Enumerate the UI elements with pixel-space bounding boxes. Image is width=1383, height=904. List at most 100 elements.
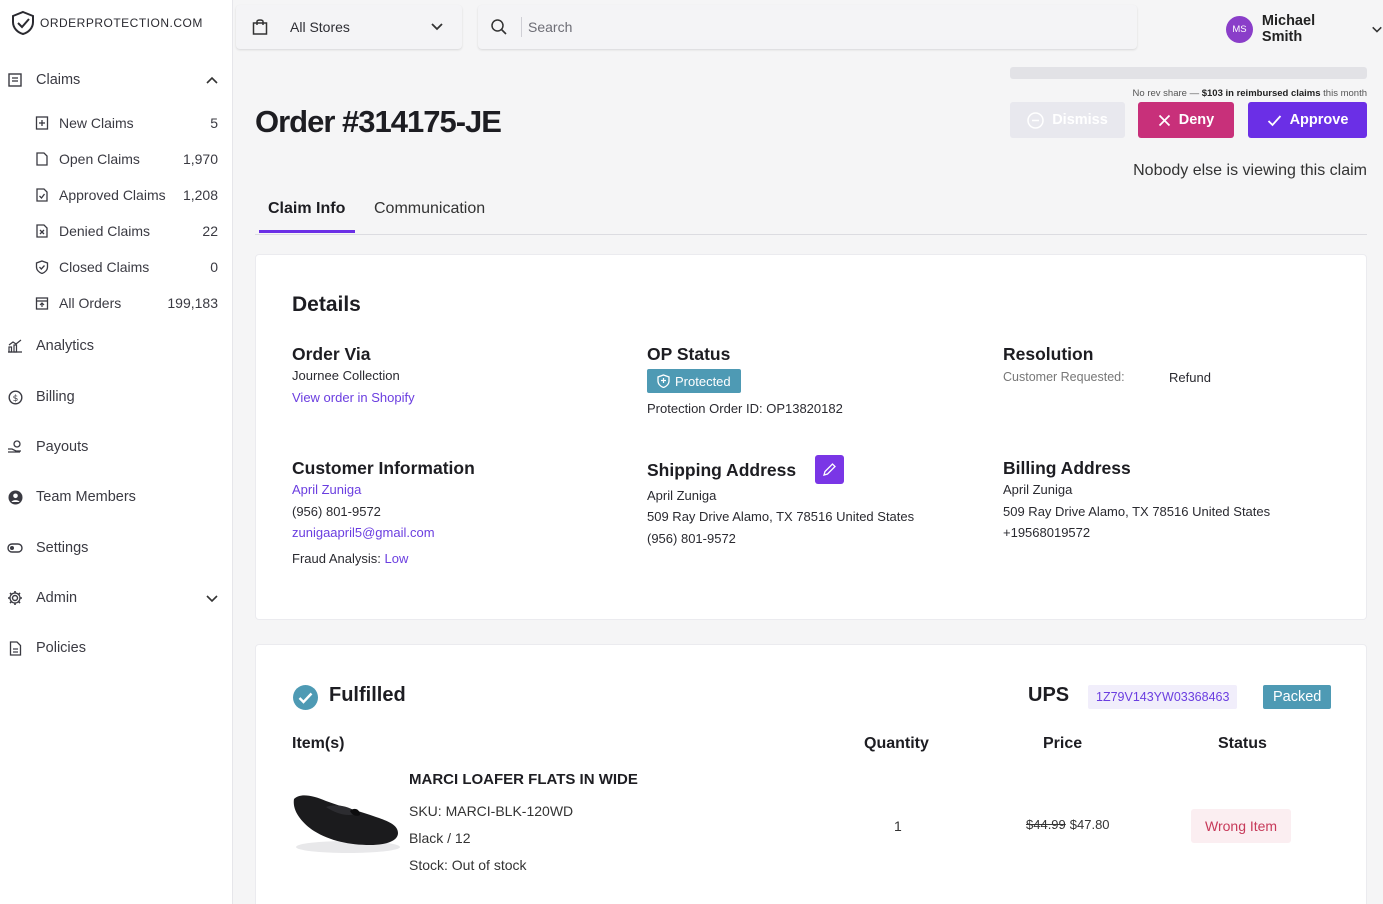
billing-name: April Zuniga [1003,482,1073,497]
billing-address-title: Billing Address [1003,458,1131,478]
resolution-label: Customer Requested: [1003,370,1125,384]
chevron-down-icon [1372,26,1382,33]
column-header-quantity: Quantity [864,735,929,752]
dismiss-button[interactable]: Dismiss [1010,102,1125,138]
chevron-down-icon [431,23,443,31]
chevron-up-icon[interactable] [205,73,219,87]
order-via-title: Order Via [292,344,371,364]
active-tab-indicator [259,230,355,233]
nav-analytics[interactable]: Analytics [0,331,233,361]
fulfillment-status: Fulfilled [329,684,406,706]
sidebar-item-label: Denied Claims [59,223,151,239]
product-stock: Stock: Out of stock [409,857,527,873]
search-divider [521,17,522,37]
search-input[interactable] [528,15,1118,39]
sidebar-item-label: Open Claims [59,151,140,167]
sidebar-item-approved-claims[interactable]: Approved Claims 1,208 [0,181,233,209]
document-icon [7,640,23,656]
nav-analytics-label: Analytics [36,338,95,354]
shipment-status-badge: Packed [1263,685,1332,709]
sidebar-item-label: New Claims [59,115,134,131]
sidebar-item-count: 5 [210,115,218,131]
shipping-address-title: Shipping Address [647,460,797,480]
shield-icon [657,374,670,388]
sidebar-item-closed-claims[interactable]: Closed Claims 0 [0,253,233,281]
item-status-badge: Wrong Item [1191,809,1292,843]
shipping-phone: (956) 801-9572 [647,531,736,546]
deny-button[interactable]: Deny [1138,102,1234,138]
rev-share-prefix: No rev share — [1132,88,1202,99]
approve-button[interactable]: Approve [1248,102,1367,138]
carrier-name: UPS [1028,684,1070,706]
protection-order-id: Protection Order ID: OP13820182 [647,401,843,416]
fraud-analysis-value[interactable]: Low [385,551,409,566]
logo[interactable]: ORDERPROTECTION.COM [10,10,203,36]
sidebar-item-count: 199,183 [167,295,218,311]
sidebar-item-new-claims[interactable]: New Claims 5 [0,109,233,137]
tab-claim-info[interactable]: Claim Info [268,200,345,218]
nav-admin[interactable]: Admin [0,583,233,613]
check-icon [1267,114,1281,126]
tracking-number[interactable]: 1Z79V143YW03368463 [1088,685,1238,709]
deny-label: Deny [1178,112,1215,128]
page-title: Order #314175-JE [255,104,502,139]
sidebar-item-label: Approved Claims [59,187,166,203]
nav-payouts[interactable]: Payouts [0,432,233,462]
nav-policies[interactable]: Policies [0,633,233,663]
gear-icon [7,590,23,606]
billing-phone: +19568019572 [1003,525,1091,540]
shipping-name: April Zuniga [647,488,717,503]
view-in-shopify-link[interactable]: View order in Shopify [292,390,415,405]
user-menu[interactable]: MS Michael Smith [1226,13,1383,45]
nav-policies-label: Policies [36,640,86,656]
customer-email-link[interactable]: zunigaapril5@gmail.com [292,525,435,540]
nav-billing-label: Billing [36,389,75,405]
user-name: Michael Smith [1261,13,1316,45]
billing-address: 509 Ray Drive Alamo, TX 78516 United Sta… [1003,504,1271,519]
svg-text:$: $ [12,394,18,404]
rev-share-note: No rev share — $103 in reimbursed claims… [1133,88,1367,99]
tab-bar: Claim Info Communication [255,190,1367,235]
column-header-price: Price [1043,735,1083,752]
reimbursement-progress-bar [1010,67,1367,79]
details-card: Details Order Via Journee Collection Vie… [255,254,1367,620]
nav-team-members[interactable]: Team Members [0,482,233,512]
all-orders-icon [35,297,49,310]
customer-info-title: Customer Information [292,458,475,478]
new-claims-icon [35,116,49,130]
protected-badge-label: Protected [675,373,731,389]
analytics-icon [7,338,23,354]
search-icon [491,19,507,35]
open-claims-icon [36,152,48,166]
close-icon [1158,114,1170,126]
sidebar-item-denied-claims[interactable]: Denied Claims 22 [0,217,233,245]
rev-share-amount: $103 in reimbursed claims [1201,88,1321,99]
chevron-down-icon[interactable] [205,591,219,605]
shield-logo-icon [12,10,34,36]
sidebar-item-count: 1,970 [182,151,218,167]
fraud-analysis: Fraud Analysis: Low [292,551,408,566]
sidebar-item-open-claims[interactable]: Open Claims 1,970 [0,145,233,173]
claims-icon [7,72,23,88]
customer-name-link[interactable]: April Zuniga [292,482,361,497]
resolution-value: Refund [1169,370,1211,385]
product-image[interactable] [290,785,402,857]
dismiss-label: Dismiss [1052,112,1108,128]
nav-billing[interactable]: $ Billing [0,382,233,412]
sidebar-item-count: 0 [210,259,218,275]
check-circle-icon [293,685,318,710]
store-select[interactable]: All Stores [236,5,462,49]
nav-settings[interactable]: Settings [0,533,233,563]
details-heading: Details [292,293,361,316]
tab-communication[interactable]: Communication [374,200,485,218]
sidebar-item-label: Closed Claims [59,259,150,275]
shopping-bag-icon [252,19,268,35]
edit-shipping-address-button[interactable] [815,455,844,484]
product-name: MARCI LOAFER FLATS IN WIDE [409,771,638,788]
sidebar: ORDERPROTECTION.COM Claims New Claims 5 … [0,0,233,904]
item-price: $44.99 $47.80 [1026,817,1110,832]
nav-claims[interactable]: Claims [0,65,233,95]
denied-claims-icon [36,224,48,238]
sidebar-item-all-orders[interactable]: All Orders 199,183 [0,289,233,317]
nav-payouts-label: Payouts [36,439,89,455]
